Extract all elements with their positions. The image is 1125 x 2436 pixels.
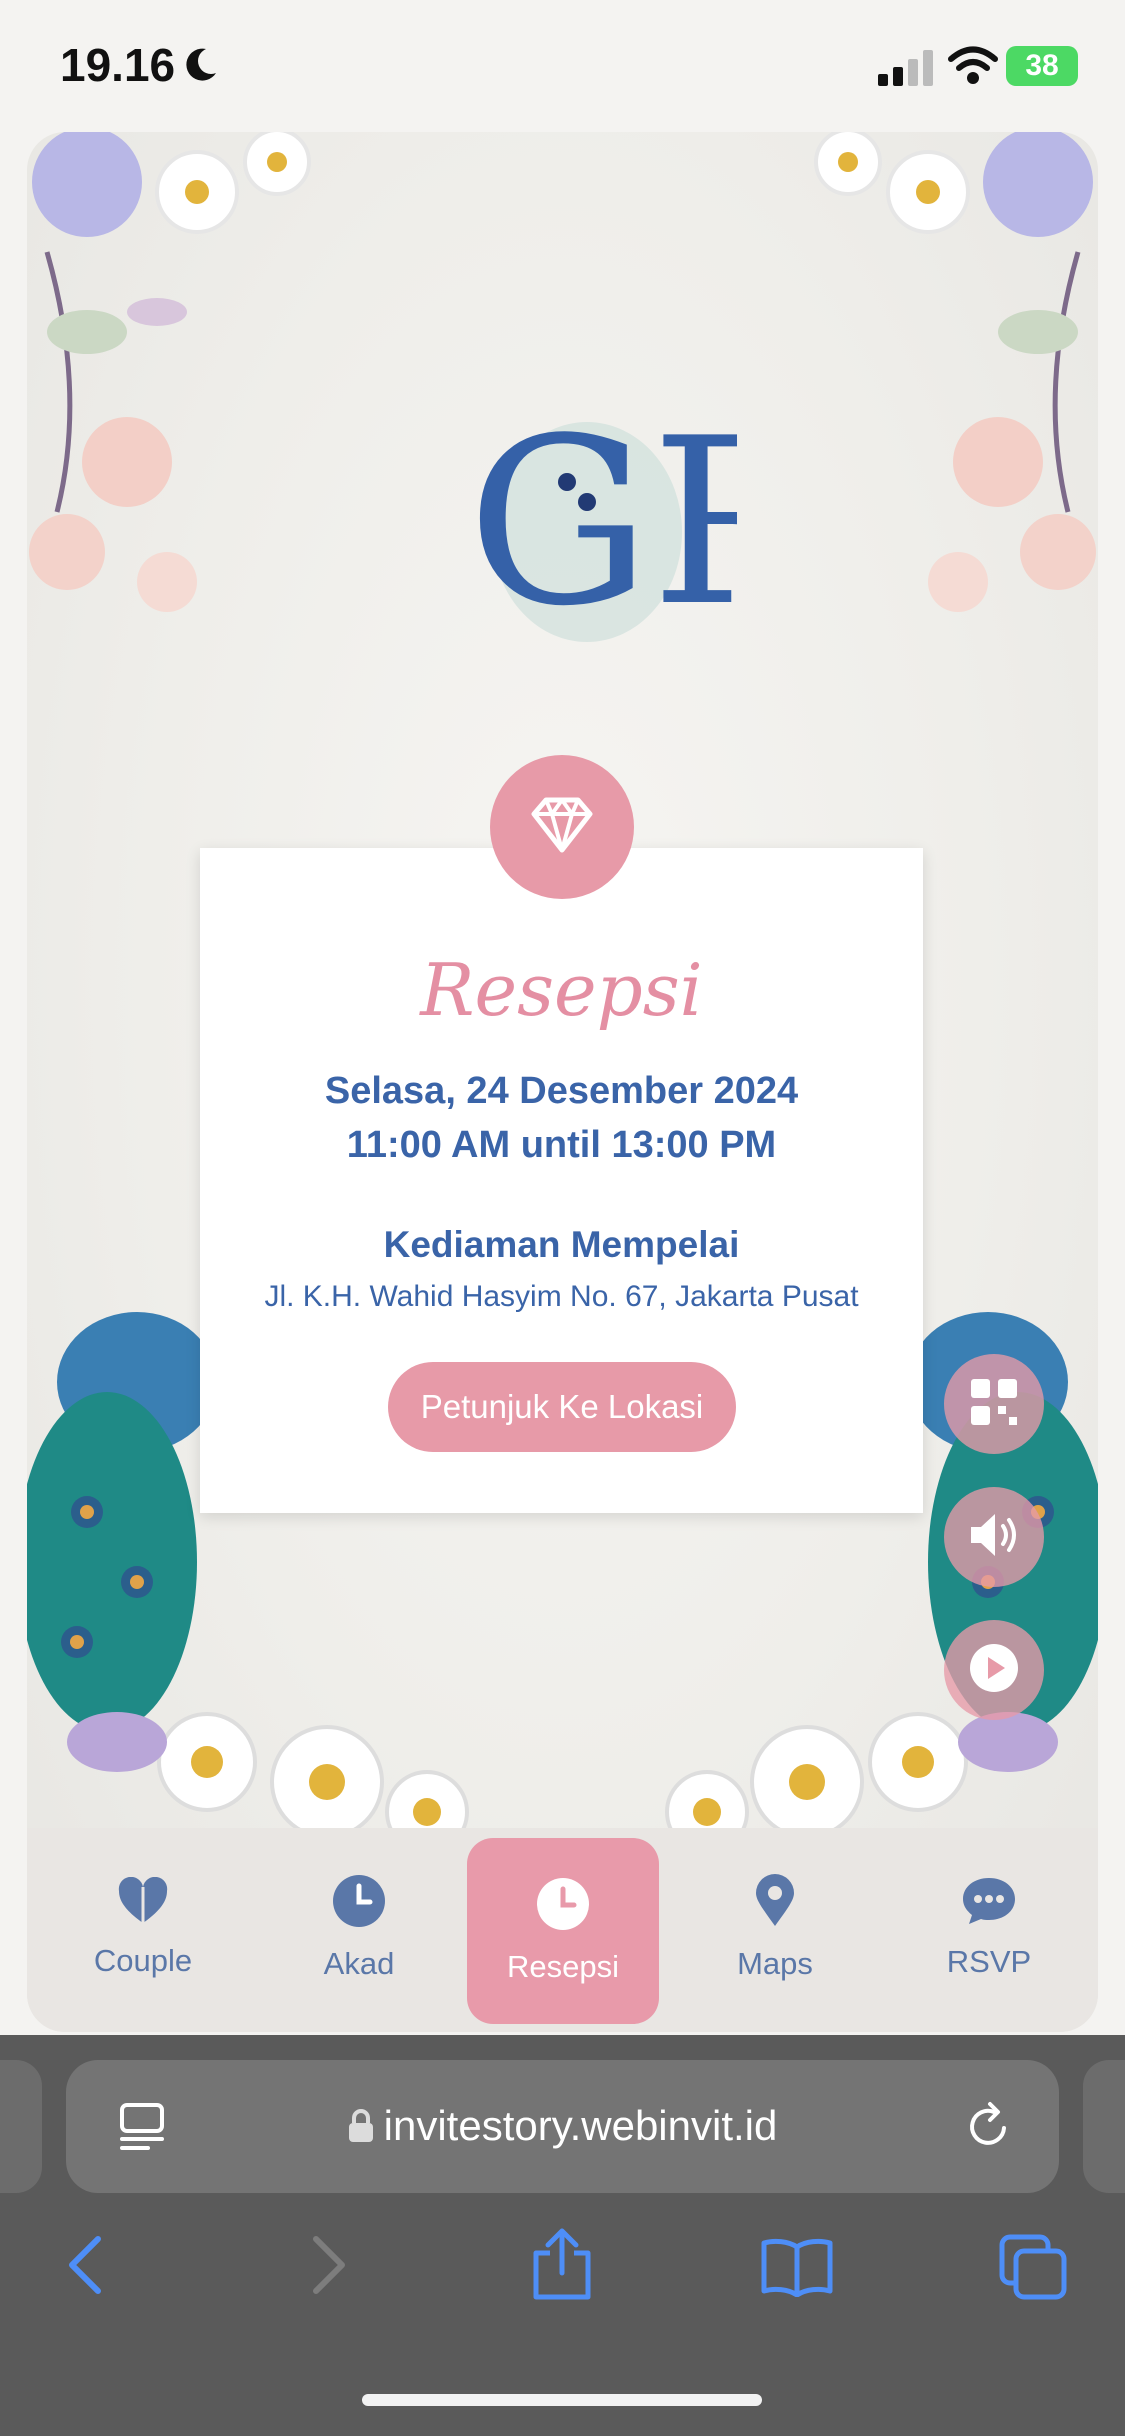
floral-top-left-decoration	[29, 132, 311, 612]
moon-icon	[180, 45, 220, 89]
bookmarks-icon[interactable]	[760, 2237, 834, 2301]
qr-code-button[interactable]	[944, 1354, 1044, 1454]
reload-icon[interactable]	[964, 2100, 1014, 2156]
event-date: Selasa, 24 Desember 2024	[324, 1070, 799, 1112]
nav-item-maps[interactable]: Maps	[679, 1828, 871, 2028]
url-display[interactable]: invitestory.webinvit.id	[66, 2102, 1059, 2153]
status-time: 19.16	[60, 39, 176, 91]
nav-item-label: Akad	[323, 1946, 395, 1981]
nav-item-rsvp[interactable]: RSVP	[893, 1828, 1085, 2028]
heart-icon	[117, 1876, 169, 1929]
event-details-card: Resepsi Selasa, 24 Desember 2024 11:00 A…	[200, 848, 923, 1513]
tabs-icon[interactable]	[998, 2233, 1068, 2305]
home-indicator	[362, 2394, 762, 2406]
invitation-card: GR Resepsi Selasa, 24 Desember 2024 11:0…	[27, 132, 1098, 2032]
share-icon[interactable]	[530, 2227, 594, 2305]
clock-icon	[332, 1874, 386, 1932]
status-bar: 19.16 38	[0, 0, 1125, 130]
next-tab-edge[interactable]	[1083, 2060, 1125, 2193]
venue-address: Jl. K.H. Wahid Hasyim No. 67, Jakarta Pu…	[264, 1280, 859, 1313]
venue-name: Kediaman Mempelai	[383, 1224, 740, 1265]
diamond-badge	[490, 755, 634, 899]
nav-item-label: Couple	[93, 1943, 193, 1978]
autoplay-button[interactable]	[944, 1620, 1044, 1720]
signal-icon	[878, 50, 938, 90]
nav-item-akad[interactable]: Akad	[263, 1828, 455, 2028]
audio-toggle-button[interactable]	[944, 1487, 1044, 1587]
lock-icon	[348, 2105, 374, 2153]
battery-level: 38	[1025, 49, 1059, 82]
chat-bubble-icon	[961, 1876, 1017, 1930]
url-text: invitestory.webinvit.id	[383, 2102, 778, 2149]
address-bar[interactable]: invitestory.webinvit.id	[66, 2060, 1059, 2193]
monogram-logo: GR	[467, 390, 737, 657]
event-title: Resepsi	[420, 948, 703, 1032]
previous-tab-edge[interactable]	[0, 2060, 42, 2193]
map-pin-icon	[754, 1874, 796, 1932]
nav-item-label: Maps	[737, 1946, 813, 1981]
event-time: 11:00 AM until 13:00 PM	[346, 1124, 777, 1166]
forward-icon[interactable]	[308, 2235, 348, 2299]
svg-text:GR: GR	[467, 390, 737, 657]
clock-icon	[536, 1877, 590, 1935]
daisy-bottom-decoration	[270, 1725, 864, 1852]
battery-icon: 38	[1006, 46, 1078, 86]
nav-item-label: Resepsi	[507, 1949, 619, 1984]
floral-top-right-decoration	[814, 132, 1096, 612]
play-icon	[967, 1641, 1021, 1699]
nav-item-couple[interactable]: Couple	[47, 1828, 239, 2028]
qr-code-icon	[969, 1377, 1019, 1431]
directions-button[interactable]: Petunjuk Ke Lokasi	[388, 1362, 736, 1452]
speaker-icon	[967, 1510, 1021, 1564]
wifi-icon	[948, 46, 998, 90]
diamond-icon	[530, 796, 594, 858]
bottom-navigation: Couple Akad Resepsi Maps RSVP	[27, 1828, 1098, 2032]
nav-item-resepsi[interactable]: Resepsi	[467, 1838, 659, 2024]
nav-item-label: RSVP	[946, 1944, 1032, 1979]
back-icon[interactable]	[66, 2235, 106, 2299]
browser-toolbar: invitestory.webinvit.id	[0, 2035, 1125, 2436]
